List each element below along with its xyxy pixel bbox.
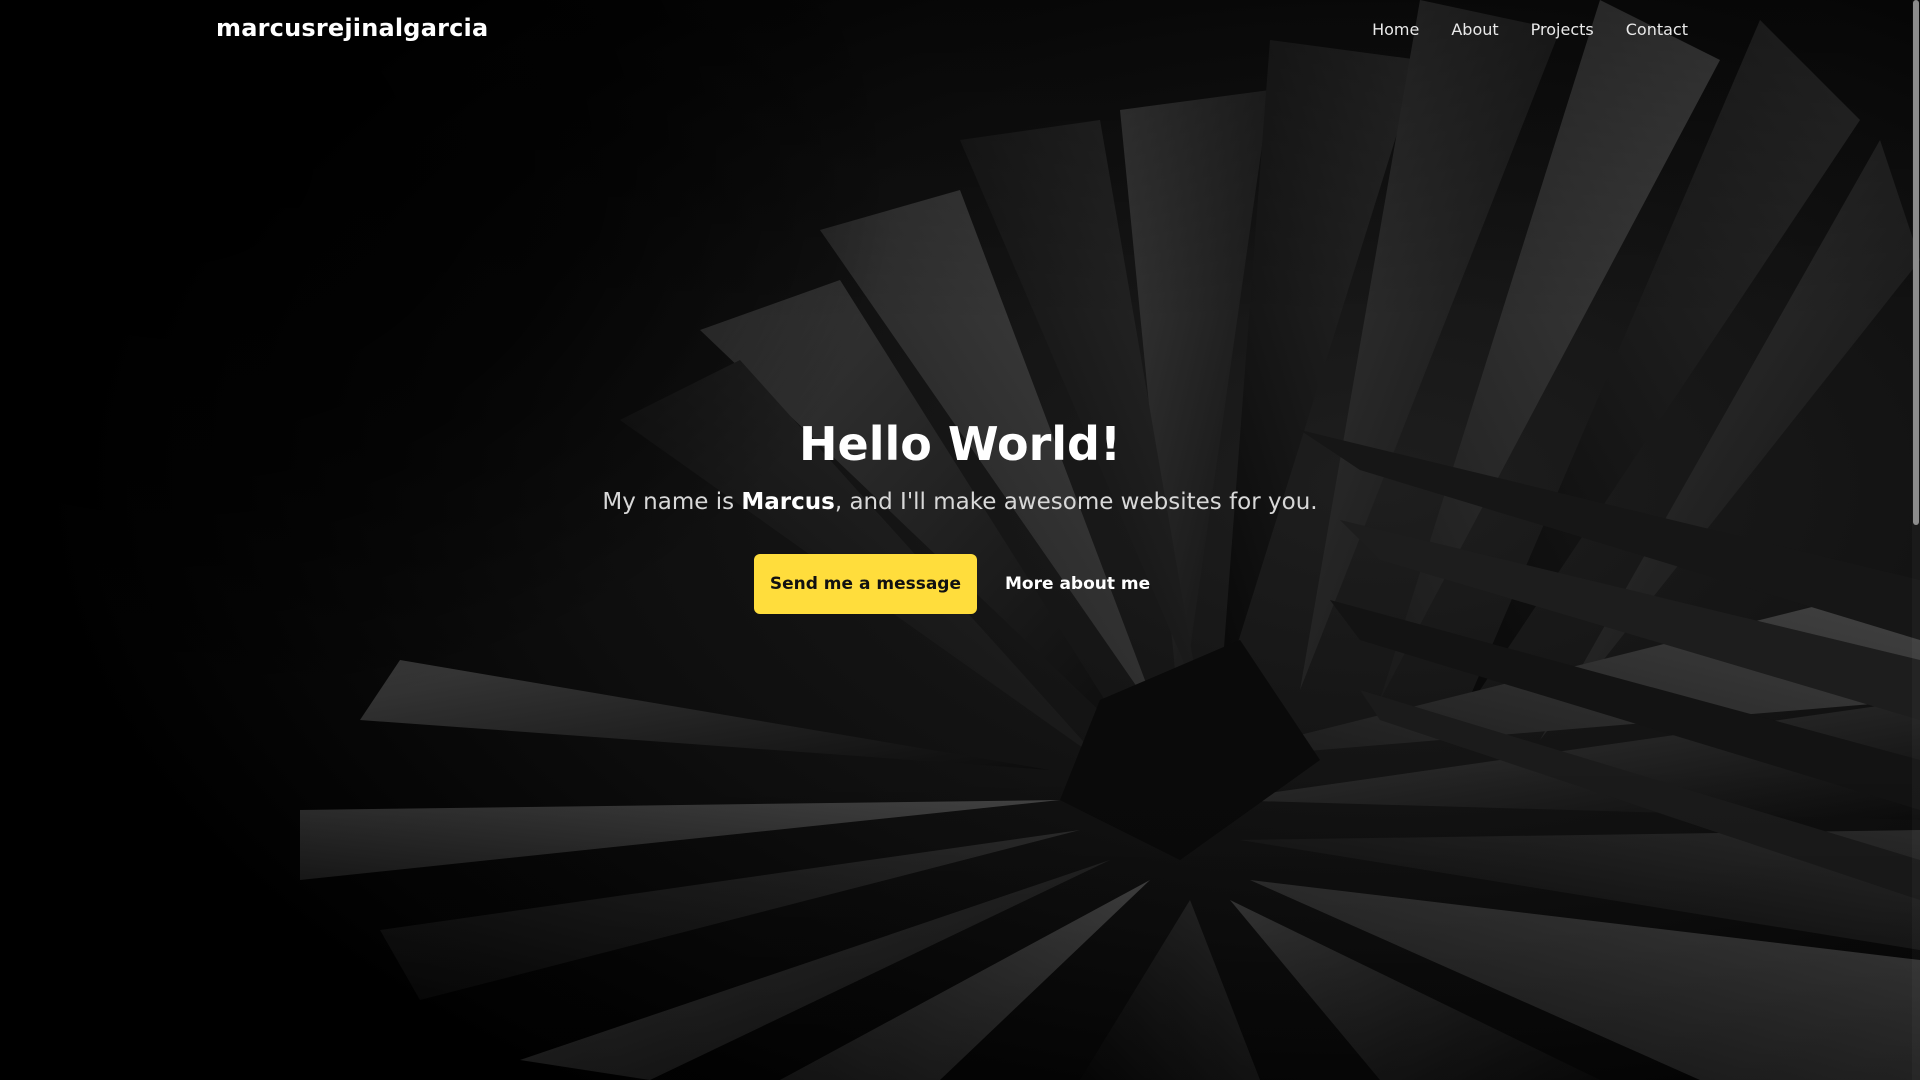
nav-link-about[interactable]: About — [1451, 20, 1498, 39]
hero-subtitle-prefix: My name is — [602, 489, 742, 515]
navbar: marcusrejinalgarcia Home About Projects … — [0, 0, 1920, 64]
hero-subtitle: My name is Marcus, and I'll make awesome… — [0, 486, 1920, 518]
hero-subtitle-suffix: , and I'll make awesome websites for you… — [834, 489, 1318, 515]
send-message-button[interactable]: Send me a message — [753, 554, 978, 614]
scrollbar-thumb[interactable] — [1913, 0, 1919, 525]
page-scrollbar[interactable] — [1912, 0, 1920, 1080]
nav-links: Home About Projects Contact — [1372, 20, 1688, 39]
hero-subtitle-name: Marcus — [741, 489, 835, 515]
brand-logo-link[interactable]: marcusrejinalgarcia — [216, 14, 488, 42]
more-about-me-link[interactable]: More about me — [989, 554, 1166, 614]
page: marcusrejinalgarcia Home About Projects … — [0, 0, 1920, 1080]
hero-title: Hello World! — [799, 417, 1121, 471]
nav-link-contact[interactable]: Contact — [1626, 20, 1688, 39]
nav-link-projects[interactable]: Projects — [1531, 20, 1594, 39]
nav-link-home[interactable]: Home — [1372, 20, 1419, 39]
hero-actions: Send me a message More about me — [0, 554, 1920, 614]
hero-section: Hello World! My name is Marcus, and I'll… — [0, 412, 1920, 614]
